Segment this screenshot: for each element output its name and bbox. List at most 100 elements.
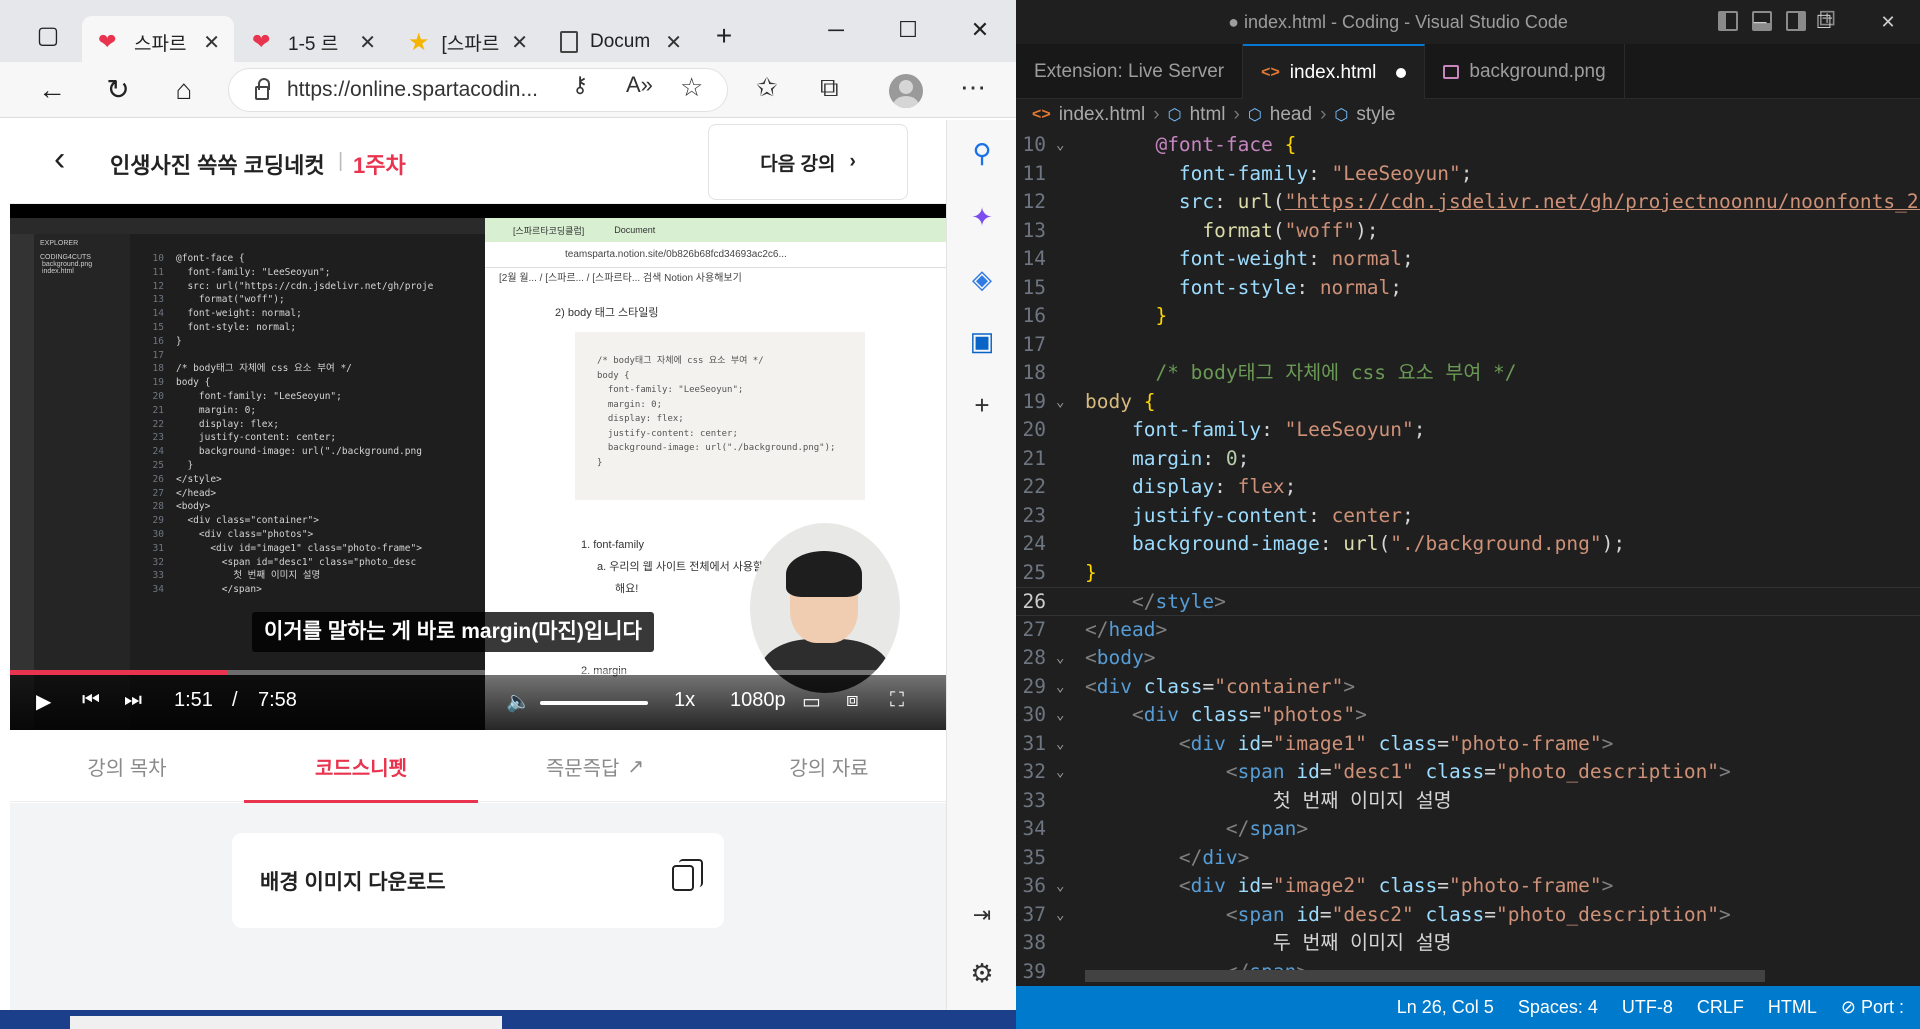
- key-icon[interactable]: ⚷: [572, 72, 588, 98]
- back-icon[interactable]: ←: [32, 70, 72, 110]
- minimize-button[interactable]: ─: [800, 0, 872, 60]
- fold-icon[interactable]: ⌄: [1056, 901, 1064, 930]
- line-ending[interactable]: CRLF: [1697, 997, 1744, 1018]
- collections-icon[interactable]: ⧉: [820, 72, 839, 104]
- breadcrumb-item[interactable]: index.html: [1059, 104, 1146, 126]
- language-mode[interactable]: HTML: [1768, 997, 1817, 1018]
- video-line-text: }: [176, 335, 182, 347]
- element-icon: ⬡: [1247, 107, 1262, 124]
- tab-lecture-materials[interactable]: 강의 자료: [712, 730, 946, 802]
- code-line: 17: [1016, 331, 1920, 360]
- fold-icon[interactable]: ⌄: [1056, 730, 1064, 759]
- close-tab-icon[interactable]: ✕: [359, 30, 390, 55]
- tab-qna[interactable]: 즉문즉답 ↗: [478, 730, 712, 802]
- fold-icon[interactable]: ⌄: [1056, 758, 1064, 787]
- tab-code-snippet[interactable]: 코드스니펫: [244, 730, 478, 803]
- breadcrumb-item[interactable]: head: [1270, 104, 1312, 126]
- settings-icon[interactable]: ⚙: [967, 958, 997, 988]
- close-tab-icon[interactable]: ✕: [203, 30, 234, 55]
- back-chevron-icon[interactable]: ‹: [54, 140, 65, 179]
- captions-icon[interactable]: ▭: [802, 689, 821, 714]
- video-line-text: @font-face {: [176, 253, 245, 264]
- maximize-button[interactable]: ☐: [872, 0, 944, 60]
- breadcrumb-item[interactable]: html: [1190, 104, 1226, 126]
- video-code-line: 21 margin: 0;: [130, 404, 470, 418]
- browser-tab[interactable]: ★ [스파르 ✕: [392, 16, 542, 68]
- snippet-card[interactable]: 배경 이미지 다운로드: [232, 833, 724, 928]
- close-tab-icon[interactable]: ✕: [665, 30, 696, 55]
- video-player[interactable]: EXPLORER CODING4CUTS background.png index…: [10, 204, 946, 730]
- previous-icon[interactable]: ⏮: [82, 689, 100, 712]
- code-line: 13 format("woff");: [1016, 217, 1920, 246]
- line-number: 39: [1022, 959, 1046, 983]
- pip-icon[interactable]: ⧈: [846, 689, 859, 712]
- quality[interactable]: 1080p: [730, 689, 786, 712]
- search-icon[interactable]: ⚲: [967, 138, 997, 168]
- fold-icon[interactable]: ⌄: [1056, 673, 1064, 702]
- close-button[interactable]: ✕: [944, 0, 1016, 60]
- volume-slider[interactable]: [540, 701, 648, 705]
- outlook-icon[interactable]: ▣: [967, 326, 997, 356]
- breadcrumb-item[interactable]: style: [1356, 104, 1395, 126]
- copilot-icon[interactable]: ✦: [967, 202, 997, 232]
- chevron-right-icon: ›: [849, 151, 856, 172]
- browser-tab[interactable]: ❤ 1-5 르 ✕: [236, 16, 390, 68]
- line-number: 16: [1022, 304, 1046, 327]
- horizontal-scrollbar[interactable]: [1085, 970, 1765, 982]
- video-line-number: 13: [152, 294, 164, 306]
- hide-sidebar-icon[interactable]: ⇥: [967, 900, 997, 930]
- fold-icon[interactable]: ⌄: [1056, 701, 1064, 730]
- refresh-icon[interactable]: ↻: [98, 70, 138, 110]
- add-favorite-icon[interactable]: ☆: [680, 72, 703, 103]
- tab-lecture-contents[interactable]: 강의 목차: [10, 730, 244, 802]
- microsoft365-icon[interactable]: ◈: [967, 264, 997, 294]
- video-line-number: 25: [152, 459, 164, 471]
- line-number: 18: [1022, 361, 1046, 384]
- unsaved-dot-icon[interactable]: [1396, 67, 1407, 78]
- video-line-number: 12: [152, 280, 164, 292]
- indentation[interactable]: Spaces: 4: [1518, 997, 1598, 1018]
- close-tab-icon[interactable]: ✕: [511, 30, 542, 55]
- more-menu-icon[interactable]: ⋯: [960, 72, 986, 103]
- live-server-port[interactable]: ⊘ Port :: [1841, 997, 1904, 1018]
- tab-label: index.html: [1289, 61, 1377, 83]
- close-button[interactable]: ✕: [1856, 0, 1920, 44]
- browser-toolbar: ← ↻ ⌂ https://online.spartacodin... ⚷ A»…: [0, 62, 1016, 118]
- lock-icon[interactable]: [255, 78, 270, 100]
- fullscreen-icon[interactable]: ⛶: [890, 689, 904, 712]
- browser-tab[interactable]: Docum ✕: [544, 16, 696, 68]
- next-lecture-button[interactable]: 다음 강의 ›: [708, 124, 908, 200]
- video-code-line: 33 첫 번째 이미지 설명: [130, 569, 470, 583]
- star-favicon-icon: ★: [408, 28, 430, 56]
- video-line-text: margin: 0;: [176, 404, 257, 416]
- video-line-number: 11: [152, 266, 164, 278]
- playback-speed[interactable]: 1x: [674, 689, 695, 712]
- fold-icon[interactable]: ⌄: [1056, 388, 1064, 417]
- new-tab-icon[interactable]: +: [704, 16, 744, 56]
- add-icon[interactable]: +: [967, 390, 997, 420]
- cursor-position[interactable]: Ln 26, Col 5: [1397, 997, 1494, 1018]
- next-icon[interactable]: ⏭: [124, 689, 142, 712]
- breadcrumb: <> index.html › ⬡ html › ⬡ head › ⬡ styl…: [1016, 99, 1920, 131]
- tab-background-png[interactable]: background.png: [1425, 44, 1625, 99]
- fold-icon[interactable]: ⌄: [1056, 872, 1064, 901]
- read-aloud-icon[interactable]: A»: [626, 72, 653, 98]
- minimize-button[interactable]: ─: [1728, 0, 1792, 44]
- maximize-button[interactable]: ☐: [1792, 0, 1856, 44]
- address-bar[interactable]: https://online.spartacodin...: [228, 68, 728, 112]
- fold-icon[interactable]: ⌄: [1056, 644, 1064, 673]
- volume-icon[interactable]: 🔈: [506, 689, 531, 714]
- tab-actions-icon[interactable]: ▢: [28, 16, 68, 56]
- play-icon[interactable]: ▶: [36, 689, 51, 714]
- fold-icon[interactable]: ⌄: [1056, 131, 1064, 160]
- tab-index-html[interactable]: <> index.html: [1243, 44, 1426, 99]
- copy-icon[interactable]: [672, 859, 703, 891]
- home-icon[interactable]: ⌂: [164, 70, 204, 110]
- browser-tab[interactable]: ❤ 스파르 ✕: [82, 16, 234, 68]
- profile-avatar[interactable]: [889, 74, 923, 108]
- tab-extension-live-server[interactable]: Extension: Live Server: [1016, 44, 1244, 99]
- favorites-icon[interactable]: ✩: [756, 72, 778, 103]
- line-number: 14: [1022, 247, 1046, 270]
- encoding[interactable]: UTF-8: [1622, 997, 1673, 1018]
- code-editor[interactable]: 10 ⌄ @font-face { 11 font-family: "LeeSeo…: [1016, 131, 1920, 984]
